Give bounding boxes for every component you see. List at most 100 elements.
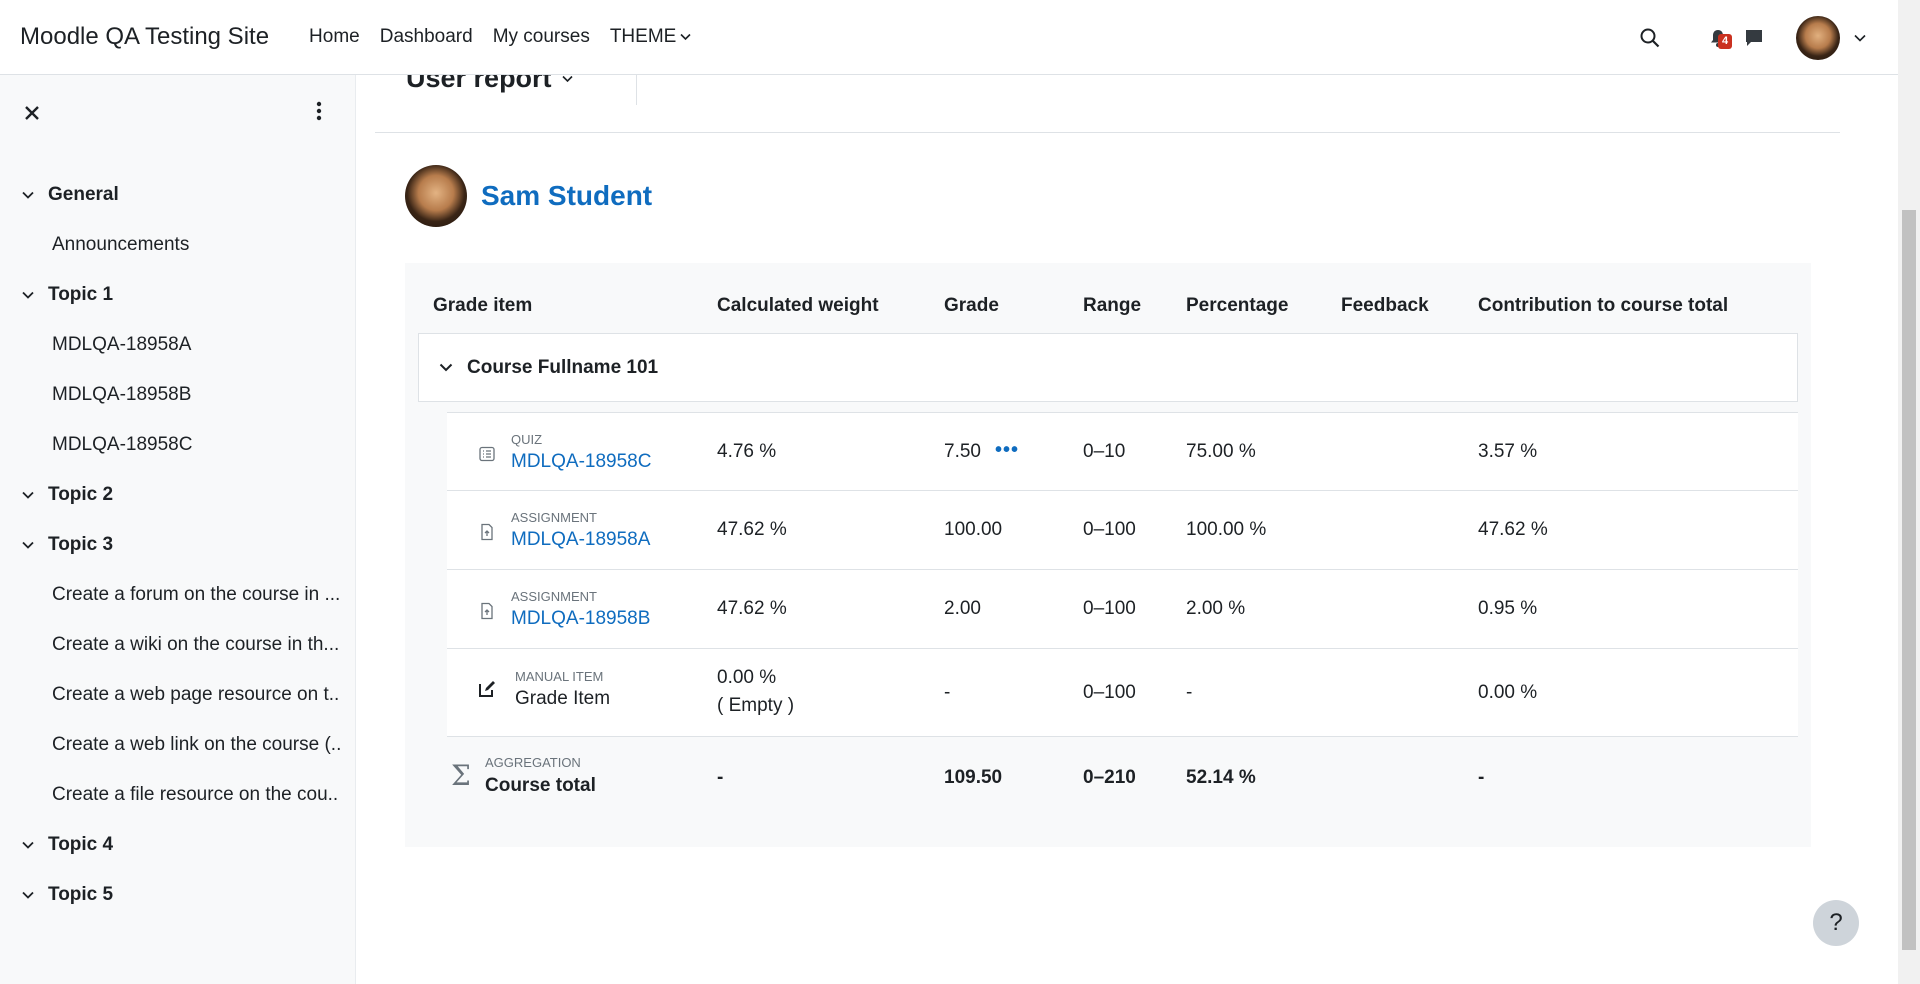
grade-cell: 109.50 xyxy=(944,767,1003,788)
main-content: User report Sam Student Grade item Calcu… xyxy=(357,75,1898,984)
course-section-item[interactable]: Topic 4 xyxy=(0,820,356,870)
course-section-item[interactable]: General xyxy=(0,170,356,220)
assignment-icon xyxy=(477,522,497,542)
section-label: Topic 5 xyxy=(48,884,114,905)
contribution-cell: 3.57 % xyxy=(1478,441,1538,462)
nav-my-courses[interactable]: My courses xyxy=(493,26,590,48)
more-options-icon[interactable] xyxy=(316,101,322,126)
grade-cell: - xyxy=(944,682,951,703)
percentage-cell: 100.00 % xyxy=(1186,519,1267,540)
report-header: User report xyxy=(375,75,1840,133)
range-cell: 0–210 xyxy=(1083,767,1136,788)
header-grade: Grade xyxy=(944,295,999,316)
chevron-down-icon[interactable] xyxy=(22,291,40,299)
grade-cell: 2.00 xyxy=(944,598,981,619)
calculated-weight-cell: 0.00 % xyxy=(717,667,777,688)
grade-cell: 100.00 xyxy=(944,519,1003,540)
collapse-chevron-icon[interactable] xyxy=(439,363,453,372)
search-icon[interactable] xyxy=(1636,24,1664,52)
category-row[interactable]: Course Fullname 101 xyxy=(418,333,1798,402)
edit-pencil-icon xyxy=(477,679,497,699)
calculated-weight-cell: 47.62 % xyxy=(717,519,787,540)
item-type-label: ASSIGNMENT xyxy=(511,589,597,604)
percentage-cell: 2.00 % xyxy=(1186,598,1246,619)
header-grade-item: Grade item xyxy=(433,295,533,316)
weight-empty-note: ( Empty ) xyxy=(717,695,795,716)
course-activity-link[interactable]: Create a file resource on the cou... xyxy=(0,770,340,820)
category-name: Course Fullname 101 xyxy=(467,356,659,378)
course-activity-link[interactable]: MDLQA-18958A xyxy=(0,320,340,370)
range-cell: 0–100 xyxy=(1083,682,1136,703)
section-label: Topic 4 xyxy=(48,834,114,855)
messages-icon[interactable] xyxy=(1740,24,1768,52)
report-title: User report xyxy=(406,75,552,93)
assignment-icon xyxy=(477,601,497,621)
notifications-bell-icon[interactable]: 4 xyxy=(1704,24,1733,52)
chevron-down-icon[interactable] xyxy=(22,191,40,199)
scrollbar-thumb[interactable] xyxy=(1902,210,1916,950)
course-activity-link[interactable]: Announcements xyxy=(0,220,340,270)
nav-theme-label: THEME xyxy=(609,26,677,47)
nav-home[interactable]: Home xyxy=(309,26,360,48)
course-section-item[interactable]: Topic 3 xyxy=(0,520,356,570)
student-header: Sam Student xyxy=(405,165,652,227)
report-selector[interactable]: User report xyxy=(406,75,573,94)
chevron-down-icon[interactable] xyxy=(22,491,40,499)
item-type-label: MANUAL ITEM xyxy=(515,669,604,684)
percentage-cell: - xyxy=(1186,682,1193,703)
user-menu-chevron-down-icon[interactable] xyxy=(1854,34,1866,42)
percentage-cell: 52.14 % xyxy=(1186,767,1256,788)
item-type-label: AGGREGATION xyxy=(485,755,581,770)
primary-navigation: Home Dashboard My courses THEME xyxy=(309,26,711,48)
grade-item-row: ASSIGNMENT MDLQA-18958B 47.62 % 2.00 0–1… xyxy=(447,570,1798,649)
grade-item-link[interactable]: MDLQA-18958C xyxy=(511,451,651,473)
close-drawer-icon[interactable] xyxy=(24,101,40,127)
course-activity-link[interactable]: Create a web link on the course (... xyxy=(0,720,340,770)
course-activity-link[interactable]: MDLQA-18958C xyxy=(0,420,340,470)
course-activity-link[interactable]: Create a wiki on the course in th... xyxy=(0,620,340,670)
sigma-aggregation-icon: Σ xyxy=(451,759,471,792)
chevron-down-icon[interactable] xyxy=(22,891,40,899)
course-total-row: Σ AGGREGATION Course total - 109.50 0–21… xyxy=(447,737,1798,817)
calculated-weight-cell: 4.76 % xyxy=(717,441,777,462)
contribution-cell: 47.62 % xyxy=(1478,519,1548,540)
range-cell: 0–100 xyxy=(1083,519,1136,540)
header-calculated-weight: Calculated weight xyxy=(717,295,879,316)
header-percentage: Percentage xyxy=(1186,295,1289,316)
user-grade-table: Grade item Calculated weight Grade Range… xyxy=(405,263,1811,847)
help-button[interactable]: ? xyxy=(1813,900,1859,946)
chevron-down-icon[interactable] xyxy=(22,541,40,549)
nav-theme-dropdown[interactable]: THEME xyxy=(610,26,692,48)
course-activity-link[interactable]: Create a web page resource on t... xyxy=(0,670,340,720)
page-scrollbar[interactable] xyxy=(1898,0,1920,984)
grade-item-row: MANUAL ITEM Grade Item 0.00 % ( Empty ) … xyxy=(447,649,1798,737)
grade-actions-menu-icon[interactable]: ••• xyxy=(995,439,1019,462)
header-feedback: Feedback xyxy=(1341,295,1429,316)
notification-count-badge: 4 xyxy=(1718,33,1733,49)
quiz-icon xyxy=(477,444,497,464)
navbar-actions: 4 xyxy=(1636,0,1898,75)
grade-item-row: ASSIGNMENT MDLQA-18958A 47.62 % 100.00 0… xyxy=(447,491,1798,570)
section-label: General xyxy=(48,184,119,205)
item-type-label: ASSIGNMENT xyxy=(511,510,597,525)
header-divider xyxy=(636,75,637,105)
header-contribution: Contribution to course total xyxy=(1478,295,1729,316)
course-activity-link[interactable]: Create a forum on the course in ... xyxy=(0,570,340,620)
grade-item-link[interactable]: MDLQA-18958A xyxy=(511,529,650,551)
top-navbar: Moodle QA Testing Site Home Dashboard My… xyxy=(0,0,1898,75)
grade-item-link[interactable]: MDLQA-18958B xyxy=(511,608,650,630)
nav-dashboard[interactable]: Dashboard xyxy=(380,26,473,48)
course-section-item[interactable]: Topic 1 xyxy=(0,270,356,320)
contribution-cell: 0.95 % xyxy=(1478,598,1538,619)
site-name[interactable]: Moodle QA Testing Site xyxy=(20,23,269,51)
chevron-down-icon[interactable] xyxy=(22,841,40,849)
student-avatar[interactable] xyxy=(405,165,467,227)
course-section-item[interactable]: Topic 5 xyxy=(0,870,356,920)
grade-cell: 7.50 xyxy=(944,441,981,462)
course-activity-link[interactable]: MDLQA-18958B xyxy=(0,370,340,420)
course-section-item[interactable]: Topic 2 xyxy=(0,470,356,520)
grade-item-name: Grade Item xyxy=(515,688,611,709)
user-menu-avatar[interactable] xyxy=(1796,15,1840,60)
range-cell: 0–100 xyxy=(1083,598,1136,619)
student-name-link[interactable]: Sam Student xyxy=(481,180,652,212)
